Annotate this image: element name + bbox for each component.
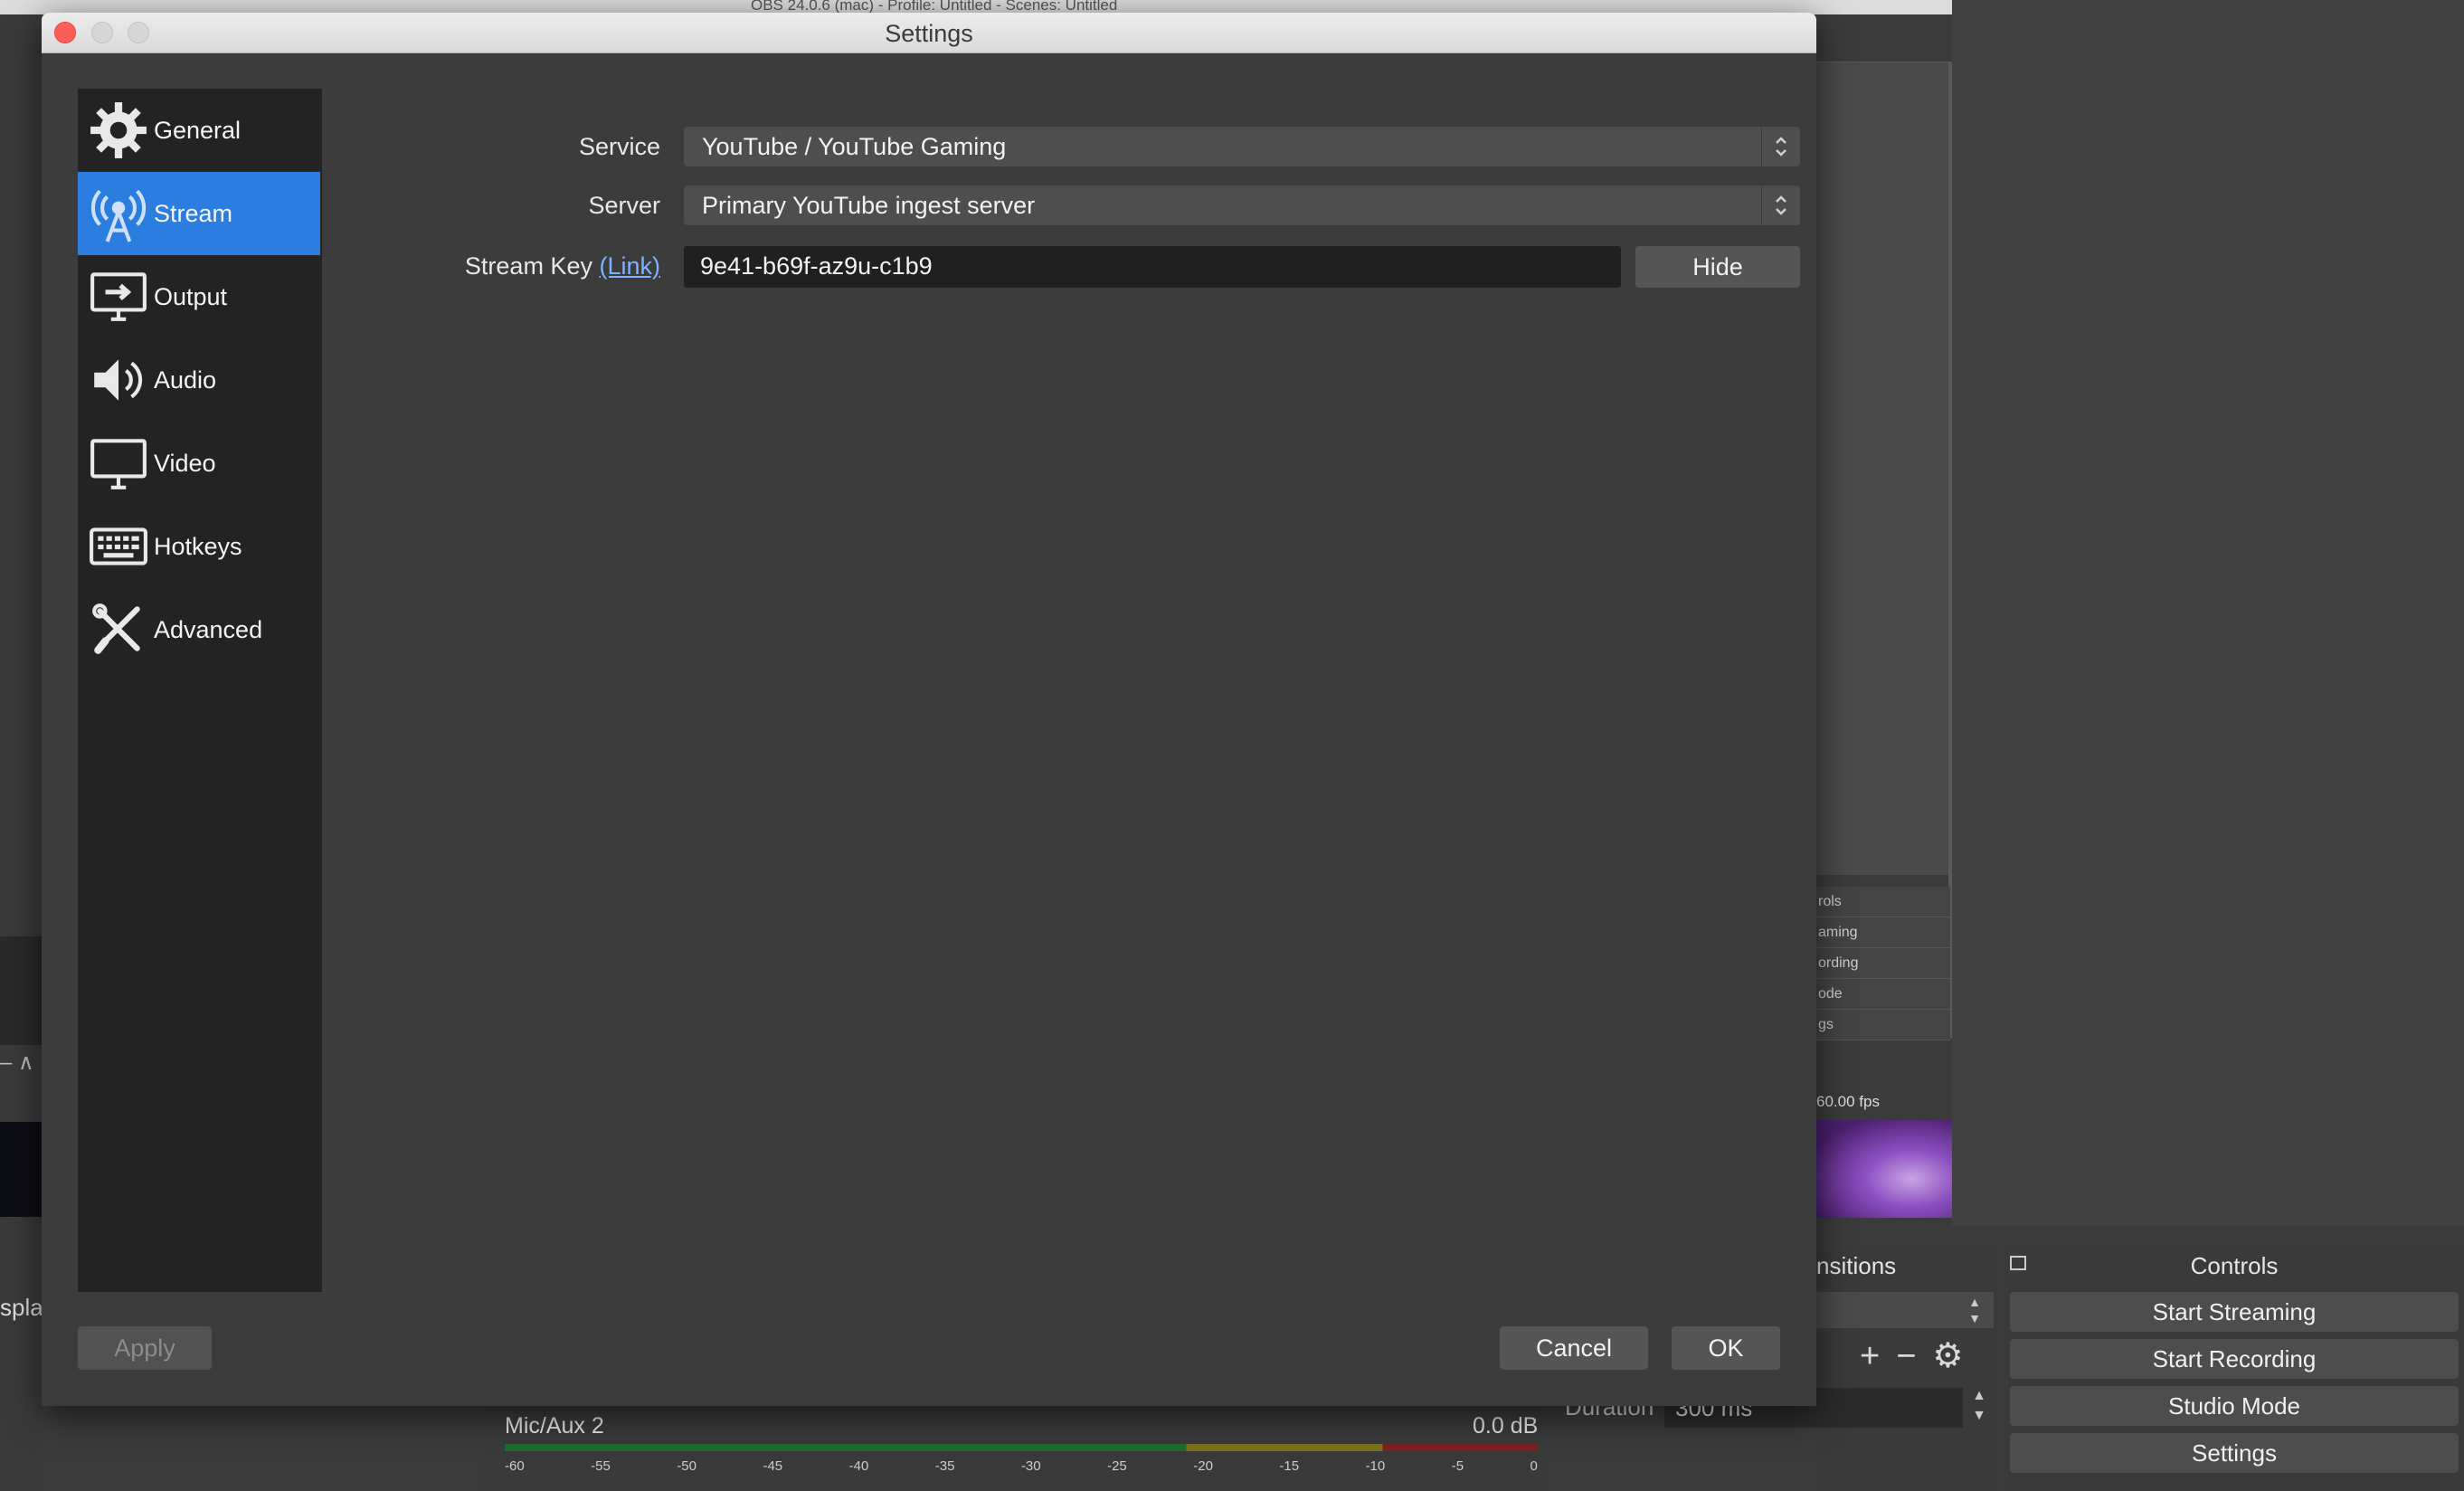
fps-readout: 60.00 fps <box>1816 1093 1880 1110</box>
volume-meter-ticks: -60 -55 -50 -45 -40 -35 -30 -25 -20 -15 … <box>505 1458 1538 1474</box>
main-window-left-controls[interactable]: – ∧ <box>0 1049 34 1076</box>
meter-tick: 0 <box>1530 1458 1538 1474</box>
server-value: Primary YouTube ingest server <box>702 192 1036 219</box>
keyboard-icon <box>87 515 150 578</box>
main-window-left-text: spla <box>0 1294 43 1321</box>
add-icon[interactable]: + <box>1860 1337 1896 1375</box>
gear-icon[interactable]: ⚙ <box>1932 1337 1979 1375</box>
sidebar-item-label: General <box>154 116 242 144</box>
meter-tick: -15 <box>1279 1458 1300 1474</box>
service-label: Service <box>578 133 660 160</box>
service-value: YouTube / YouTube Gaming <box>702 133 1007 160</box>
mixer-db-value: 0.0 dB <box>1473 1413 1539 1439</box>
ok-button[interactable]: OK <box>1672 1326 1780 1370</box>
source-thumbnail <box>1816 1120 1952 1218</box>
stream-key-label: Stream Key <box>464 252 592 280</box>
sidebar-item-output[interactable]: Output <box>78 255 320 338</box>
server-select[interactable]: Primary YouTube ingest server <box>684 185 1800 225</box>
sidebar-item-general[interactable]: General <box>78 89 320 172</box>
meter-tick: -45 <box>763 1458 783 1474</box>
speaker-icon <box>87 348 150 412</box>
transitions-title: nsitions <box>1816 1252 1897 1279</box>
stream-key-link[interactable]: (Link) <box>599 252 660 280</box>
meter-tick: -30 <box>1020 1458 1041 1474</box>
stream-key-label-row: Stream Key (Link) <box>385 252 660 280</box>
monitor-icon <box>87 432 150 495</box>
dock-row[interactable]: gs <box>1815 1010 1950 1040</box>
antenna-icon <box>87 182 150 245</box>
start-recording-button[interactable]: Start Recording <box>2010 1339 2459 1379</box>
sidebar-item-label: Output <box>154 282 228 310</box>
service-select[interactable]: YouTube / YouTube Gaming <box>684 127 1800 166</box>
sidebar-item-label: Audio <box>154 366 217 394</box>
duration-stepper-icon[interactable]: ▲ ▼ <box>1963 1386 1995 1429</box>
cancel-button[interactable]: Cancel <box>1500 1326 1648 1370</box>
hide-key-button[interactable]: Hide <box>1635 246 1800 288</box>
chevron-up-down-icon <box>1761 127 1800 166</box>
stream-key-input[interactable]: 9e41-b69f-az9u-c1b9 <box>684 246 1621 288</box>
dialog-titlebar[interactable]: Settings <box>42 13 1816 53</box>
sidebar-item-video[interactable]: Video <box>78 422 320 505</box>
main-window-preview <box>1815 62 1951 875</box>
controls-title: Controls <box>2190 1252 2279 1279</box>
meter-tick: -60 <box>505 1458 525 1474</box>
output-monitor-icon <box>87 265 150 328</box>
main-window-left-panel <box>0 14 42 1491</box>
mixer-source-name: Mic/Aux 2 <box>505 1413 604 1439</box>
dock-list: rols aming ording ode gs <box>1815 887 1950 1040</box>
tools-icon <box>87 598 150 661</box>
dialog-title: Settings <box>885 20 973 47</box>
start-streaming-button[interactable]: Start Streaming <box>2010 1292 2459 1332</box>
stream-key-value: 9e41-b69f-az9u-c1b9 <box>700 252 933 280</box>
transition-select-arrows-icon[interactable]: ▲ ▼ <box>1959 1294 1990 1326</box>
gear-icon <box>87 99 150 162</box>
volume-meter <box>505 1444 1538 1451</box>
meter-tick: -40 <box>848 1458 869 1474</box>
main-window-left-dark-area <box>0 936 42 1045</box>
meter-tick: -25 <box>1107 1458 1127 1474</box>
meter-tick: -55 <box>591 1458 611 1474</box>
dock-row[interactable]: rols <box>1815 887 1950 917</box>
main-window-right-area <box>1952 0 2464 1226</box>
meter-tick: -50 <box>677 1458 697 1474</box>
dock-row[interactable]: ording <box>1815 948 1950 979</box>
transition-toolbar: +−⚙ <box>1860 1335 1979 1376</box>
settings-dialog: Settings General Stream Output Audio Vid… <box>42 13 1816 1406</box>
sidebar-item-hotkeys[interactable]: Hotkeys <box>78 505 320 588</box>
server-label: Server <box>588 192 660 219</box>
sidebar-item-label: Video <box>154 449 216 477</box>
settings-sidebar: General Stream Output Audio Video Hotkey… <box>78 89 322 1292</box>
remove-icon[interactable]: − <box>1896 1337 1932 1375</box>
sidebar-item-label: Stream <box>154 199 233 227</box>
sidebar-item-advanced[interactable]: Advanced <box>78 588 320 671</box>
studio-mode-button[interactable]: Studio Mode <box>2010 1386 2459 1426</box>
meter-tick: -5 <box>1451 1458 1464 1474</box>
sidebar-item-label: Hotkeys <box>154 532 242 560</box>
main-window-left-preview <box>0 1122 42 1217</box>
chevron-up-down-icon <box>1761 185 1800 225</box>
sidebar-item-audio[interactable]: Audio <box>78 338 320 422</box>
meter-tick: -10 <box>1365 1458 1386 1474</box>
sidebar-item-label: Advanced <box>154 615 263 643</box>
dock-row[interactable]: aming <box>1815 917 1950 948</box>
meter-tick: -35 <box>934 1458 955 1474</box>
sidebar-item-stream[interactable]: Stream <box>78 172 320 255</box>
dock-row[interactable]: ode <box>1815 979 1950 1010</box>
settings-button[interactable]: Settings <box>2010 1433 2459 1473</box>
meter-tick: -20 <box>1193 1458 1213 1474</box>
apply-button[interactable]: Apply <box>78 1326 212 1370</box>
